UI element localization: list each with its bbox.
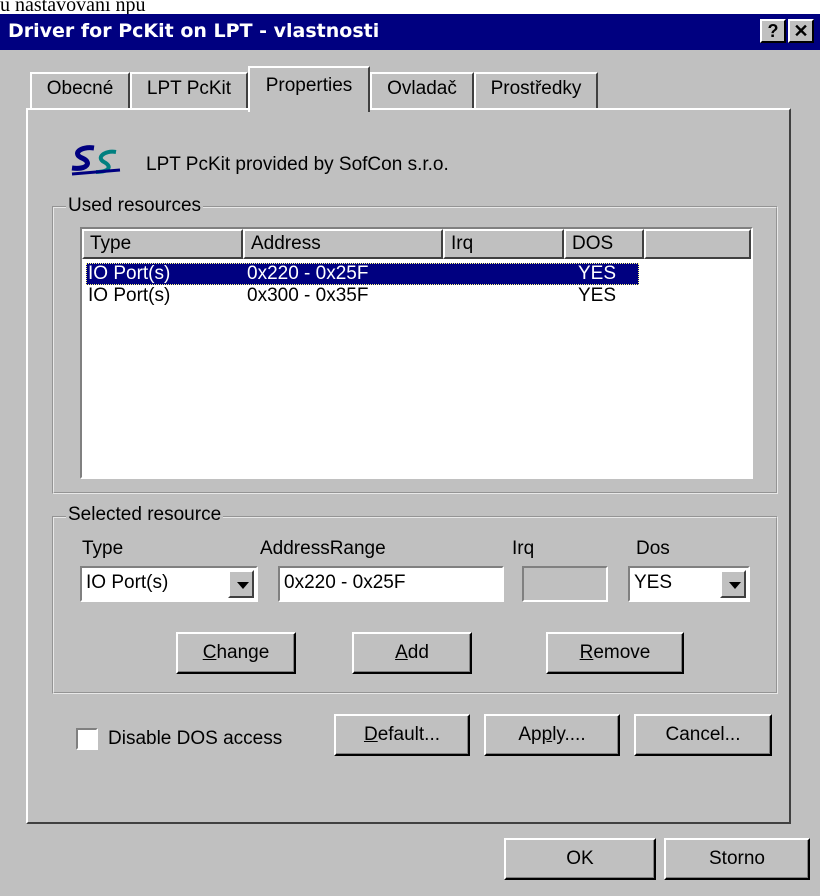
type-label: Type	[82, 538, 124, 559]
provider-text: LPT PcKit provided by SofCon s.r.o.	[146, 154, 449, 175]
column-header-irq[interactable]: Irq	[443, 229, 564, 259]
apply-button[interactable]: Apply....	[484, 714, 620, 756]
cell-type: IO Port(s)	[88, 263, 171, 284]
title-bar[interactable]: Driver for PcKit on LPT - vlastnosti ? ✕	[0, 14, 820, 50]
resources-list[interactable]: Type Address Irq DOS IO Port(s) 0x220 - …	[80, 227, 753, 479]
dos-label: Dos	[636, 538, 670, 559]
irq-label: Irq	[512, 538, 535, 559]
column-header-filler	[644, 229, 751, 259]
disable-dos-label: Disable DOS access	[108, 728, 283, 749]
address-range-input[interactable]: 0x220 - 0x25F	[278, 566, 504, 602]
ok-button[interactable]: OK	[504, 838, 656, 880]
tab-properties[interactable]: Properties	[248, 66, 370, 112]
type-dropdown-value: IO Port(s)	[86, 572, 169, 593]
remove-button[interactable]: Remove	[546, 632, 684, 674]
change-button[interactable]: Change	[176, 632, 296, 674]
dos-dropdown[interactable]: YES	[628, 566, 750, 602]
list-item[interactable]: IO Port(s) 0x220 - 0x25F YES	[86, 263, 639, 285]
tab-lpt-pckit[interactable]: LPT PcKit	[130, 72, 248, 108]
dos-dropdown-value: YES	[634, 572, 673, 593]
address-range-label: AddressRange	[260, 538, 386, 559]
help-button[interactable]: ?	[760, 19, 786, 43]
column-header-type[interactable]: Type	[82, 229, 243, 259]
chevron-down-icon[interactable]	[228, 570, 254, 598]
selected-resource-label: Selected resource	[66, 504, 224, 526]
tab-ovladac[interactable]: Ovladač	[370, 72, 474, 108]
default-button[interactable]: Default...	[334, 714, 470, 756]
cancel-button[interactable]: Cancel...	[634, 714, 772, 756]
add-button[interactable]: Add	[352, 632, 472, 674]
sofcon-logo-icon	[66, 142, 126, 182]
close-button[interactable]: ✕	[788, 19, 814, 43]
cell-address: 0x300 - 0x35F	[247, 285, 369, 306]
chevron-down-icon[interactable]	[720, 570, 746, 598]
column-header-address[interactable]: Address	[243, 229, 443, 259]
list-item[interactable]: IO Port(s) 0x300 - 0x35F YES	[86, 285, 639, 307]
type-dropdown[interactable]: IO Port(s)	[80, 566, 258, 602]
tab-obecne[interactable]: Obecné	[30, 72, 130, 108]
used-resources-label: Used resources	[66, 195, 204, 217]
cell-address: 0x220 - 0x25F	[247, 263, 369, 284]
cell-dos: YES	[578, 285, 617, 306]
column-header-dos[interactable]: DOS	[564, 229, 644, 259]
tab-prostredky[interactable]: Prostředky	[474, 72, 598, 108]
storno-button[interactable]: Storno	[664, 838, 810, 880]
disable-dos-checkbox[interactable]	[76, 728, 98, 750]
irq-input	[522, 566, 608, 602]
cell-type: IO Port(s)	[88, 285, 171, 306]
window-title: Driver for PcKit on LPT - vlastnosti	[8, 20, 380, 42]
cell-dos: YES	[578, 263, 617, 284]
